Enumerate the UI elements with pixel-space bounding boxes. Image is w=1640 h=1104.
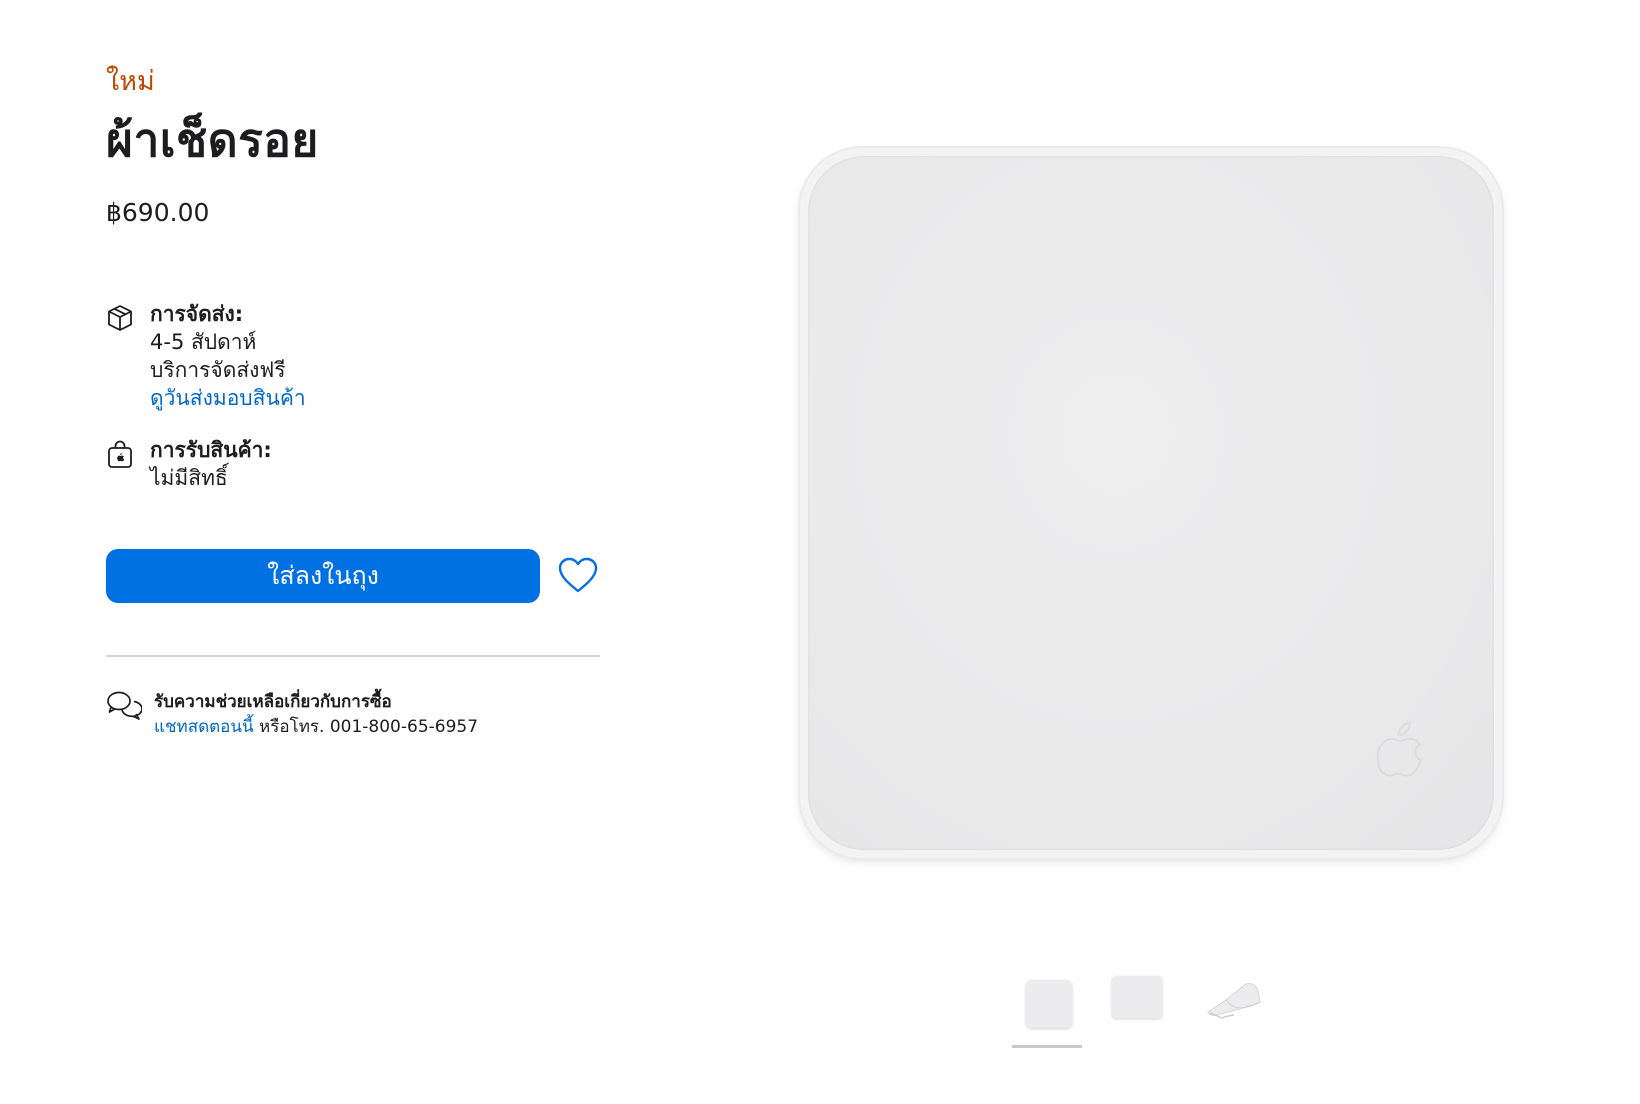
free-shipping-text: บริการจัดส่งฟรี [150, 358, 286, 382]
product-price: ฿690.00 [106, 198, 210, 227]
heart-icon [558, 557, 598, 593]
help-heading: รับความช่วยเหลือเกี่ยวกับการซื้อ [154, 692, 392, 712]
delivery-heading: การจัดส่ง: [150, 302, 244, 326]
chat-bubbles-icon [107, 691, 142, 720]
section-divider [106, 655, 600, 657]
product-page: ใหม่ ผ้าเช็ดรอย ฿690.00 การจัดส่ง: 4-5 ส… [0, 0, 1640, 1104]
thumbnail-cloth-folded[interactable] [1202, 972, 1274, 1044]
add-to-bag-label: ใส่ลงในถุง [267, 561, 379, 590]
pickup-status: ไม่มีสิทธิ์ [150, 466, 228, 490]
live-chat-link[interactable]: แชทสดตอนนี้ [154, 717, 254, 737]
delivery-dates-link[interactable]: ดูวันส่งมอบสินค้า [150, 384, 306, 412]
new-badge: ใหม่ [106, 66, 155, 97]
add-to-bag-button[interactable]: ใส่ลงในถุง [106, 549, 540, 603]
help-contact-line: แชทสดตอนนี้ หรือโทร. 001-800-65-6957 [154, 714, 478, 740]
phone-text: หรือโทร. 001-800-65-6957 [253, 717, 479, 737]
product-hero-image [800, 148, 1502, 858]
apple-logo-icon [1376, 721, 1423, 777]
shopping-bag-icon [108, 440, 132, 468]
delivery-eta: 4-5 สัปดาห์ [150, 330, 257, 354]
box-icon [108, 305, 132, 331]
product-title: ผ้าเช็ดรอย [106, 113, 319, 167]
selected-thumbnail-indicator [1012, 1045, 1082, 1048]
thumbnail-cloth-flat[interactable] [1108, 972, 1180, 1044]
thumbnail-cloth-front[interactable] [1012, 972, 1084, 1044]
pickup-heading: การรับสินค้า: [150, 438, 272, 462]
favorite-button[interactable] [556, 555, 600, 595]
